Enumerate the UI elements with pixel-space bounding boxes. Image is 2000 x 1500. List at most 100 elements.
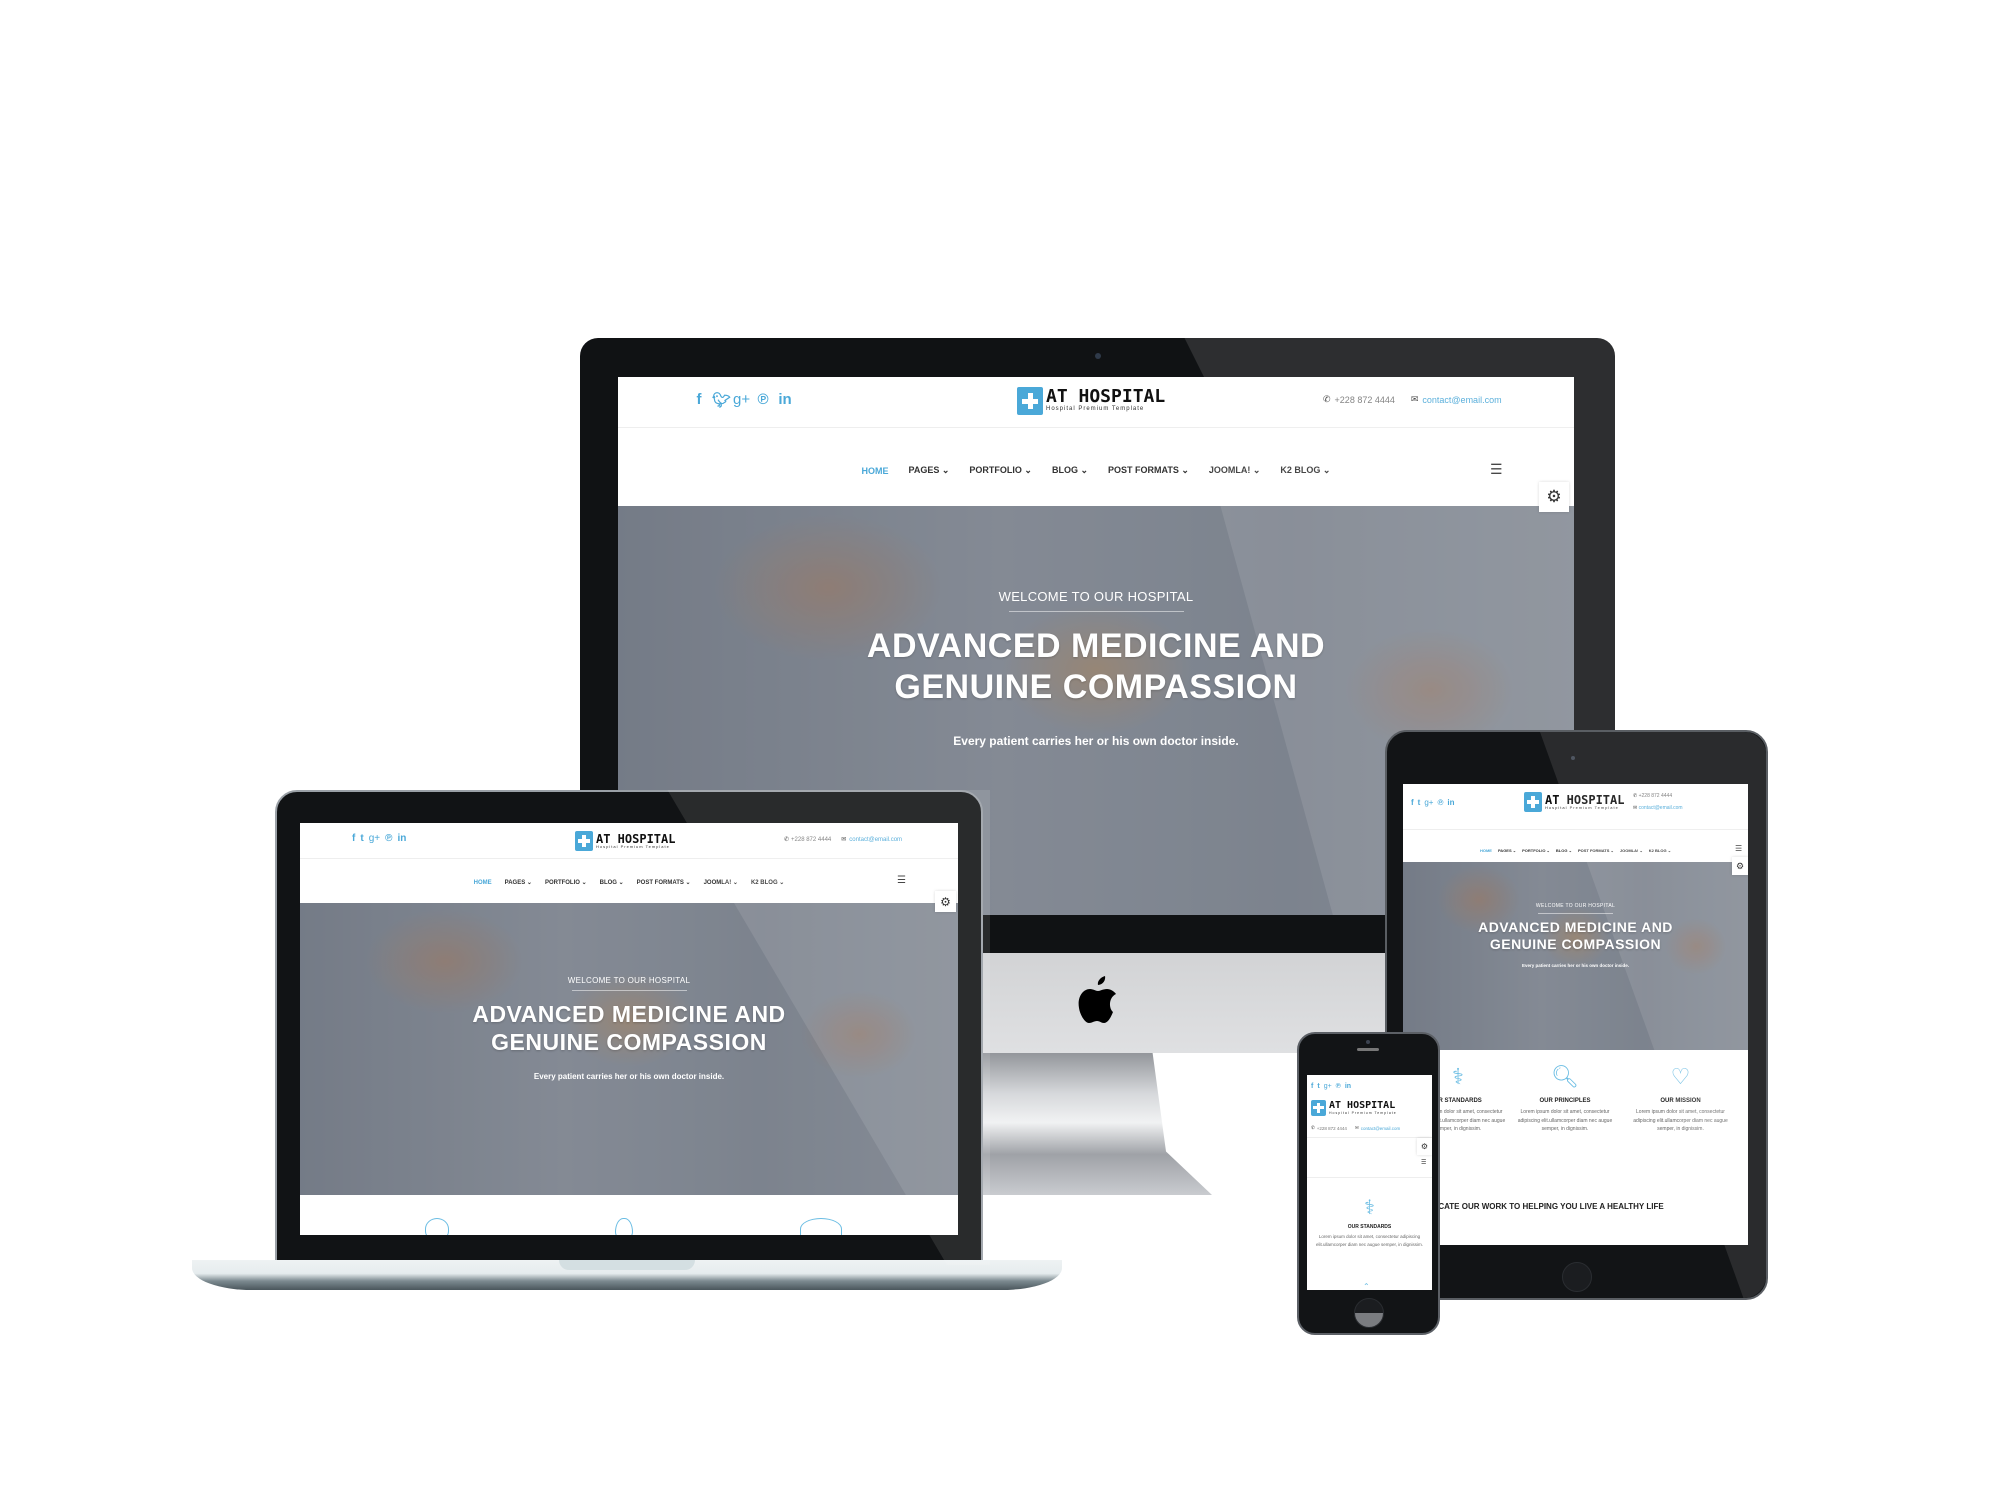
nav-k2-blog[interactable]: K2 BLOG ⌄ bbox=[1649, 848, 1671, 853]
hero-banner: WELCOME TO OUR HOSPITAL ADVANCED MEDICIN… bbox=[300, 903, 958, 1195]
email-link[interactable]: contact@email.com bbox=[849, 837, 902, 843]
linkedin-icon[interactable]: in bbox=[1345, 1083, 1351, 1090]
google-plus-icon[interactable]: g+ bbox=[369, 833, 380, 844]
linkedin-icon[interactable]: in bbox=[777, 391, 793, 409]
main-nav: HOME PAGES ⌄ PORTFOLIO ⌄ BLOG ⌄ POST FOR… bbox=[1403, 848, 1748, 853]
google-plus-icon[interactable]: g+ bbox=[1324, 1083, 1332, 1090]
linkedin-icon[interactable]: in bbox=[1447, 798, 1454, 807]
facebook-icon[interactable]: f bbox=[693, 391, 705, 409]
nav-post-formats[interactable]: POST FORMATS ⌄ bbox=[1108, 465, 1189, 476]
pinterest-icon[interactable]: ℗ bbox=[756, 391, 770, 409]
hamburger-menu-icon[interactable]: ☰ bbox=[897, 875, 906, 886]
feature-text: Lorem ipsum dolor sit amet, consectetur … bbox=[1517, 1109, 1613, 1132]
apple-logo-icon bbox=[1075, 972, 1121, 1028]
google-plus-icon[interactable]: g+ bbox=[1424, 798, 1433, 807]
email-icon: ✉ bbox=[1410, 394, 1419, 404]
phone-home-button[interactable] bbox=[1354, 1298, 1384, 1328]
site-logo[interactable]: AT HOSPITAL Hospital Premium Template bbox=[575, 831, 675, 851]
hero-subtitle: Every patient carries her or his own doc… bbox=[953, 733, 1239, 748]
logo-title: AT HOSPITAL bbox=[596, 831, 676, 846]
feature-mission: ♡ OUR MISSION Lorem ipsum dolor sit amet… bbox=[1628, 1064, 1733, 1134]
contact-info: ✆ +228 872 4444 ✉ contact@email.com bbox=[784, 836, 902, 844]
phone-line: ✆ +228 872 4444 bbox=[1633, 793, 1672, 799]
contact-info: ✆ +228 872 4444 ✉ contact@email.com bbox=[1323, 394, 1502, 405]
feature-title: OUR MISSION bbox=[1660, 1098, 1701, 1104]
nav-k2-blog[interactable]: K2 BLOG ⌄ bbox=[751, 879, 784, 886]
phone-speaker bbox=[1357, 1048, 1379, 1051]
logo-cross-icon bbox=[1524, 792, 1542, 812]
hero-banner: WELCOME TO OUR HOSPITAL ADVANCED MEDICIN… bbox=[1403, 862, 1748, 1050]
phone-number: +228 872 4444 bbox=[1638, 793, 1673, 799]
tablet-home-button[interactable] bbox=[1562, 1262, 1592, 1292]
site-logo[interactable]: AT HOSPITAL Hospital Premium Template bbox=[1017, 387, 1165, 415]
nav-portfolio[interactable]: PORTFOLIO ⌄ bbox=[545, 879, 587, 886]
main-nav: HOME PAGES ⌄ PORTFOLIO ⌄ BLOG ⌄ POST FOR… bbox=[300, 879, 958, 887]
feature-title: OUR STANDARDS bbox=[1347, 1224, 1392, 1230]
nav-pages[interactable]: PAGES ⌄ bbox=[505, 879, 532, 886]
feature-text: Lorem ipsum dolor sit amet, consectetur … bbox=[1633, 1109, 1728, 1132]
tagline: EDICATE OUR WORK TO HELPING YOU LIVE A H… bbox=[1425, 1202, 1664, 1211]
settings-gear-icon[interactable]: ⚙ bbox=[935, 891, 956, 912]
settings-gear-icon[interactable]: ⚙ bbox=[1417, 1138, 1432, 1155]
laptop-notch bbox=[559, 1260, 695, 1270]
hero-title-line-2: GENUINE COMPASSION bbox=[894, 667, 1298, 706]
twitter-icon[interactable]: t bbox=[1317, 1083, 1319, 1090]
contact-info: ✆ +228 872 4444 ✉ contact@email.com bbox=[1633, 793, 1683, 811]
twitter-icon[interactable]: t bbox=[1418, 798, 1421, 807]
site-logo[interactable]: AT HOSPITAL Hospital Premium Template bbox=[1524, 792, 1624, 812]
email-link[interactable]: contact@email.com bbox=[1639, 805, 1683, 811]
nav-portfolio[interactable]: PORTFOLIO ⌄ bbox=[1522, 848, 1550, 853]
nav-blog[interactable]: BLOG ⌄ bbox=[1052, 465, 1088, 476]
twitter-icon[interactable]: t bbox=[360, 833, 363, 844]
nav-home[interactable]: HOME bbox=[474, 880, 492, 886]
phone-icon: ✆ bbox=[1311, 1125, 1315, 1130]
email-icon: ✉ bbox=[841, 837, 847, 843]
logo-cross-icon bbox=[575, 831, 593, 851]
hero-divider bbox=[1008, 611, 1184, 612]
nav-home[interactable]: HOME bbox=[1480, 848, 1492, 853]
email-link[interactable]: contact@email.com bbox=[1422, 395, 1501, 405]
logo-subtitle: Hospital Premium Template bbox=[1545, 804, 1619, 810]
facebook-icon[interactable]: f bbox=[1411, 798, 1414, 807]
hamburger-menu-icon[interactable]: ☰ bbox=[1490, 461, 1503, 478]
hamburger-menu-icon[interactable]: ☰ bbox=[1421, 1159, 1426, 1166]
site-logo[interactable]: AT HOSPITAL Hospital Premium Template bbox=[1311, 1100, 1397, 1116]
hero-divider bbox=[571, 990, 687, 991]
hero-title: ADVANCED MEDICINE AND GENUINE COMPASSION bbox=[618, 626, 1574, 708]
nav-portfolio[interactable]: PORTFOLIO ⌄ bbox=[969, 465, 1032, 476]
email-link[interactable]: contact@email.com bbox=[1361, 1126, 1401, 1131]
nav-blog[interactable]: BLOG ⌄ bbox=[1556, 848, 1572, 853]
hero-subtitle: Every patient carries her or his own doc… bbox=[1521, 962, 1630, 968]
settings-gear-icon[interactable]: ⚙ bbox=[1732, 857, 1748, 875]
facebook-icon[interactable]: f bbox=[1311, 1083, 1313, 1090]
nav-post-formats[interactable]: POST FORMATS ⌄ bbox=[1578, 848, 1614, 853]
hamburger-menu-icon[interactable]: ☰ bbox=[1735, 844, 1742, 853]
scroll-up-icon[interactable]: ⌃ bbox=[1363, 1282, 1370, 1290]
contact-info: ✆ +228 872 4444 ✉ contact@email.com bbox=[1311, 1125, 1400, 1131]
hero-divider bbox=[1538, 913, 1613, 914]
pinterest-icon[interactable]: ℗ bbox=[1437, 798, 1443, 807]
pinterest-icon[interactable]: ℗ bbox=[1336, 1083, 1341, 1090]
pinterest-icon[interactable]: ℗ bbox=[385, 833, 392, 844]
nav-post-formats[interactable]: POST FORMATS ⌄ bbox=[637, 879, 691, 886]
nav-joomla[interactable]: JOOMLA! ⌄ bbox=[1620, 848, 1643, 853]
logo-subtitle: Hospital Premium Template bbox=[1046, 406, 1145, 413]
google-plus-icon[interactable]: g+ bbox=[733, 391, 750, 409]
social-links: f 🐦︎ g+ ℗ in bbox=[693, 391, 793, 409]
nav-home[interactable]: HOME bbox=[862, 466, 889, 476]
nav-joomla[interactable]: JOOMLA! ⌄ bbox=[1209, 465, 1261, 476]
site-topbar: f t g+ ℗ in AT HOSPITAL Hospital Premium… bbox=[1403, 784, 1748, 830]
twitter-icon[interactable]: 🐦︎ bbox=[712, 391, 731, 409]
nav-pages[interactable]: PAGES ⌄ bbox=[1498, 848, 1516, 853]
laptop-screen: f t g+ ℗ in AT HOSPITAL Hospital Premium… bbox=[300, 823, 958, 1235]
nav-k2-blog[interactable]: K2 BLOG ⌄ bbox=[1280, 465, 1330, 476]
phone-icon: ✆ bbox=[784, 837, 790, 843]
feature-title: OUR PRINCIPLES bbox=[1539, 1098, 1591, 1104]
linkedin-icon[interactable]: in bbox=[397, 833, 406, 844]
facebook-icon[interactable]: f bbox=[352, 833, 355, 844]
nav-blog[interactable]: BLOG ⌄ bbox=[600, 879, 624, 886]
nav-pages[interactable]: PAGES ⌄ bbox=[909, 465, 950, 476]
header-divider bbox=[1307, 1137, 1432, 1138]
settings-gear-icon[interactable]: ⚙ bbox=[1539, 482, 1569, 512]
nav-joomla[interactable]: JOOMLA! ⌄ bbox=[704, 879, 738, 886]
